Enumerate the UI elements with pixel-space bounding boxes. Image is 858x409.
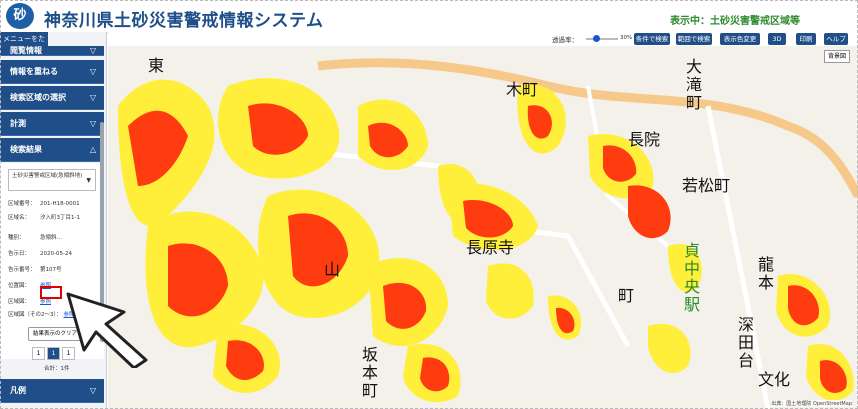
result-type-select[interactable]: 土砂災害警戒区域(急傾斜地) ▼ bbox=[8, 169, 96, 191]
pointer-arrow bbox=[66, 292, 148, 368]
map-label: 大滝町 bbox=[686, 57, 703, 112]
opacity-label: 透過率： bbox=[552, 36, 578, 44]
change-color-button[interactable]: 表示色変更 bbox=[720, 33, 760, 45]
chevron-down-icon: ▽ bbox=[89, 67, 96, 76]
map-label: 文化 bbox=[758, 370, 791, 389]
menu-collapse-button[interactable]: メニューをたたむ bbox=[0, 32, 48, 57]
app-header: 砂 神奈川県土砂災害警戒情報システム 表示中：土砂災害警戒区域等 bbox=[0, 0, 858, 33]
result-row: 種別： 急傾斜… bbox=[8, 235, 63, 241]
section-search-results[interactable]: 検索結果 △ bbox=[0, 138, 104, 162]
section-label: 検索結果 bbox=[10, 145, 42, 154]
map-label: 長院 bbox=[628, 130, 661, 149]
search-by-condition-button[interactable]: 条件で検索 bbox=[634, 33, 670, 45]
map-label: 東 bbox=[148, 56, 165, 75]
map-attribution: 出典：国土地理院 OpenStreetMap bbox=[771, 400, 852, 407]
section-view-info[interactable]: 閲覧情報 ▽ bbox=[0, 46, 104, 56]
highlight-box bbox=[40, 286, 62, 299]
section-search-area[interactable]: 検索区域の選択 ▽ bbox=[0, 86, 104, 110]
chevron-down-icon: ▽ bbox=[89, 386, 96, 395]
chevron-down-icon: ▽ bbox=[89, 119, 96, 128]
map-label: 町 bbox=[618, 286, 635, 305]
display-status: 表示中：土砂災害警戒区域等 bbox=[670, 16, 800, 27]
section-label: 閲覧情報 bbox=[10, 46, 42, 55]
map-toolbar: 透過率： 30% 条件で検索 範囲で検索 表示色変更 3D 印刷 ヘルプ bbox=[108, 32, 858, 46]
help-button[interactable]: ヘルプ bbox=[824, 33, 848, 45]
map-label: 龍本 bbox=[758, 255, 775, 292]
chevron-down-icon: ▽ bbox=[89, 93, 96, 102]
result-row: 告示番号： 第107号 bbox=[8, 267, 62, 273]
app-logo: 砂 bbox=[6, 3, 34, 29]
map-label: 坂本町 bbox=[362, 345, 379, 400]
result-row: 区域番号： 201-H18-0001 bbox=[8, 201, 80, 207]
result-row: 告示日： 2020-05-24 bbox=[8, 251, 72, 257]
section-overlay[interactable]: 情報を重ねる ▽ bbox=[0, 60, 104, 84]
chevron-down-icon: ▽ bbox=[89, 46, 96, 55]
section-label: 凡例 bbox=[10, 386, 26, 395]
3d-button[interactable]: 3D bbox=[768, 33, 786, 45]
map-label: 若松町 bbox=[682, 176, 731, 195]
section-legend[interactable]: 凡例 ▽ bbox=[0, 379, 104, 403]
search-by-area-button[interactable]: 範囲で検索 bbox=[676, 33, 712, 45]
map-view[interactable]: 東 木町 大滝町 長院 若松町 長原寺 龍本 深田台 文化 坂本町 山 町 貞中… bbox=[108, 46, 858, 409]
section-label: 情報を重ねる bbox=[10, 67, 58, 76]
page-current[interactable]: 1 bbox=[47, 347, 60, 360]
map-label: 長原寺 bbox=[466, 238, 515, 257]
opacity-value: 30% bbox=[620, 35, 633, 41]
map-label: 木町 bbox=[506, 80, 539, 99]
chevron-up-icon: △ bbox=[89, 145, 96, 154]
app-title: 神奈川県土砂災害警戒情報システム bbox=[44, 11, 324, 31]
map-label-station: 貞中央駅 bbox=[684, 241, 701, 314]
section-label: 計測 bbox=[10, 119, 26, 128]
print-button[interactable]: 印刷 bbox=[796, 33, 816, 45]
opacity-slider-handle[interactable] bbox=[592, 35, 600, 42]
chevron-down-icon: ▼ bbox=[86, 177, 91, 184]
area-map-link[interactable]: 参照 bbox=[40, 299, 51, 305]
background-map-button[interactable]: 背景図 bbox=[823, 50, 850, 63]
result-row: 区域名： 汐入町3丁目1-1 bbox=[8, 215, 80, 221]
page-prev[interactable]: 1 bbox=[32, 347, 45, 360]
map-label: 深田台 bbox=[738, 315, 755, 370]
opacity-slider[interactable] bbox=[586, 38, 618, 40]
section-measure[interactable]: 計測 ▽ bbox=[0, 112, 104, 136]
section-label: 検索区域の選択 bbox=[10, 93, 66, 102]
map-label: 山 bbox=[324, 260, 341, 279]
result-type-value: 土砂災害警戒区域(急傾斜地) bbox=[12, 173, 83, 179]
